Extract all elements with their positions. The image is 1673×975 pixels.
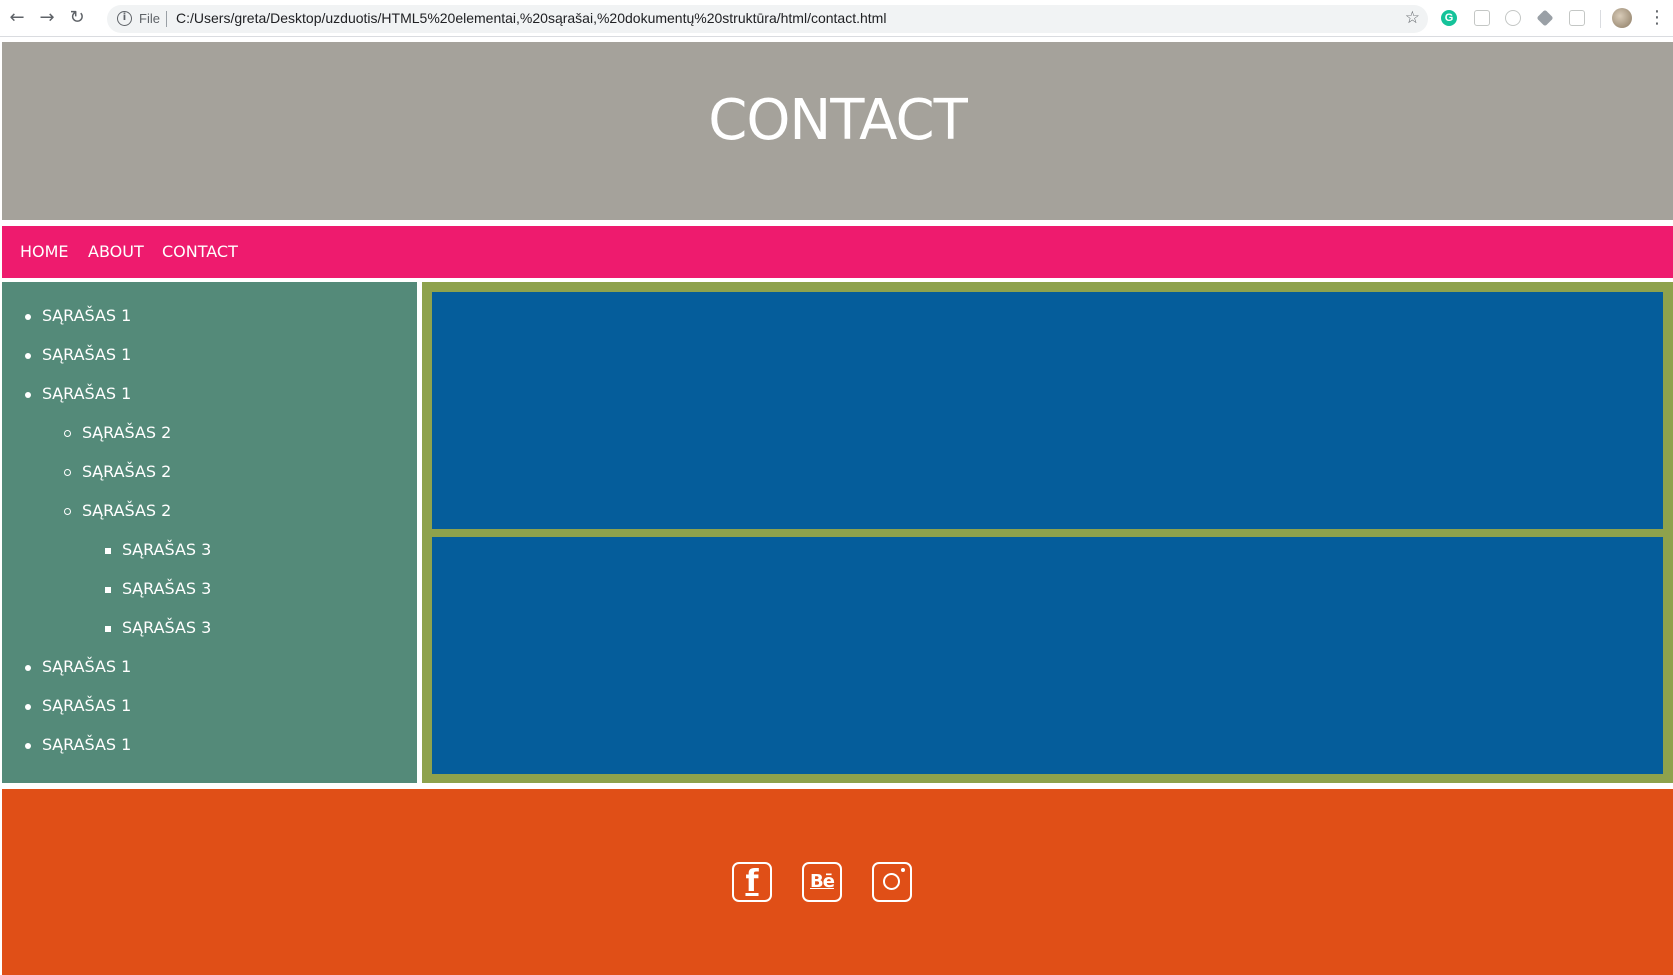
list-item: SĄRAŠAS 3 (105, 579, 212, 599)
list-item-label: SĄRAŠAS 3 (122, 618, 212, 637)
nav-item-about[interactable]: ABOUT (88, 226, 144, 278)
disc-bullet (25, 392, 31, 398)
list-item: SĄRAŠAS 1 (25, 306, 132, 326)
extension-icon[interactable] (1505, 10, 1521, 26)
list-item-label: SĄRAŠAS 2 (82, 462, 172, 481)
profile-avatar[interactable] (1612, 8, 1632, 28)
menu-icon[interactable]: ⋮ (1648, 6, 1666, 30)
extension-icon[interactable] (1569, 10, 1585, 26)
disc-bullet (25, 704, 31, 710)
extension-icon[interactable] (1474, 10, 1490, 26)
instagram-lens (883, 873, 900, 890)
list-item: SĄRAŠAS 1 (25, 735, 132, 755)
square-bullet (105, 626, 111, 632)
browser-toolbar: ← → ↻ i File C:/Users/greta/Desktop/uzdu… (0, 0, 1673, 37)
list-item-label: SĄRAŠAS 1 (42, 384, 132, 403)
back-icon[interactable]: ← (6, 7, 28, 29)
page-header: CONTACT (2, 42, 1673, 220)
address-bar[interactable]: i File C:/Users/greta/Desktop/uzduotis/H… (107, 5, 1428, 33)
nav-item-contact[interactable]: CONTACT (162, 226, 238, 278)
list-item-label: SĄRAŠAS 3 (122, 579, 212, 598)
square-bullet (105, 587, 111, 593)
list-item: SĄRAŠAS 2 (64, 501, 172, 521)
facebook-icon[interactable]: f (732, 862, 772, 902)
page: CONTACT HOME ABOUT CONTACT SĄRAŠAS 1 SĄR… (2, 42, 1673, 975)
list-item: SĄRAŠAS 1 (25, 345, 132, 365)
square-bullet (105, 548, 111, 554)
list-item: SĄRAŠAS 3 (105, 540, 212, 560)
main-content (422, 282, 1673, 783)
list-item-label: SĄRAŠAS 1 (42, 735, 132, 754)
page-footer: f Bē (2, 789, 1673, 975)
reload-icon[interactable]: ↻ (66, 7, 88, 29)
nav-item-home[interactable]: HOME (20, 226, 69, 278)
instagram-icon[interactable] (872, 862, 912, 902)
scheme-label: File (139, 11, 160, 26)
circle-bullet (64, 508, 71, 515)
disc-bullet (25, 743, 31, 749)
list-item: SĄRAŠAS 2 (64, 423, 172, 443)
list-item: SĄRAŠAS 1 (25, 657, 132, 677)
list-item-label: SĄRAŠAS 1 (42, 345, 132, 364)
list-item-label: SĄRAŠAS 1 (42, 306, 132, 325)
list-item-label: SĄRAŠAS 2 (82, 501, 172, 520)
content-section-top (432, 292, 1663, 529)
page-title: CONTACT (708, 88, 968, 153)
behance-icon[interactable]: Bē (802, 862, 842, 902)
main-nav: HOME ABOUT CONTACT (2, 226, 1673, 278)
url-text[interactable]: C:/Users/greta/Desktop/uzduotis/HTML5%20… (176, 10, 886, 26)
circle-bullet (64, 430, 71, 437)
address-separator (166, 11, 167, 27)
content-section-bottom (432, 537, 1663, 774)
toolbar-divider (1600, 10, 1601, 28)
grammarly-extension-icon[interactable]: G (1441, 10, 1457, 26)
forward-icon[interactable]: → (36, 7, 58, 29)
list-item-label: SĄRAŠAS 2 (82, 423, 172, 442)
list-item: SĄRAŠAS 3 (105, 618, 212, 638)
list-item: SĄRAŠAS 1 (25, 384, 132, 404)
sidebar: SĄRAŠAS 1 SĄRAŠAS 1 SĄRAŠAS 1 SĄRAŠAS 2 … (2, 282, 417, 783)
star-icon[interactable]: ☆ (1405, 8, 1420, 28)
list-item-label: SĄRAŠAS 1 (42, 696, 132, 715)
list-item-label: SĄRAŠAS 1 (42, 657, 132, 676)
disc-bullet (25, 665, 31, 671)
circle-bullet (64, 469, 71, 476)
list-item: SĄRAŠAS 1 (25, 696, 132, 716)
disc-bullet (25, 314, 31, 320)
list-item: SĄRAŠAS 2 (64, 462, 172, 482)
list-item-label: SĄRAŠAS 3 (122, 540, 212, 559)
instagram-dot (901, 868, 905, 872)
info-icon[interactable]: i (117, 11, 132, 26)
disc-bullet (25, 353, 31, 359)
extension-icon[interactable] (1536, 9, 1554, 27)
